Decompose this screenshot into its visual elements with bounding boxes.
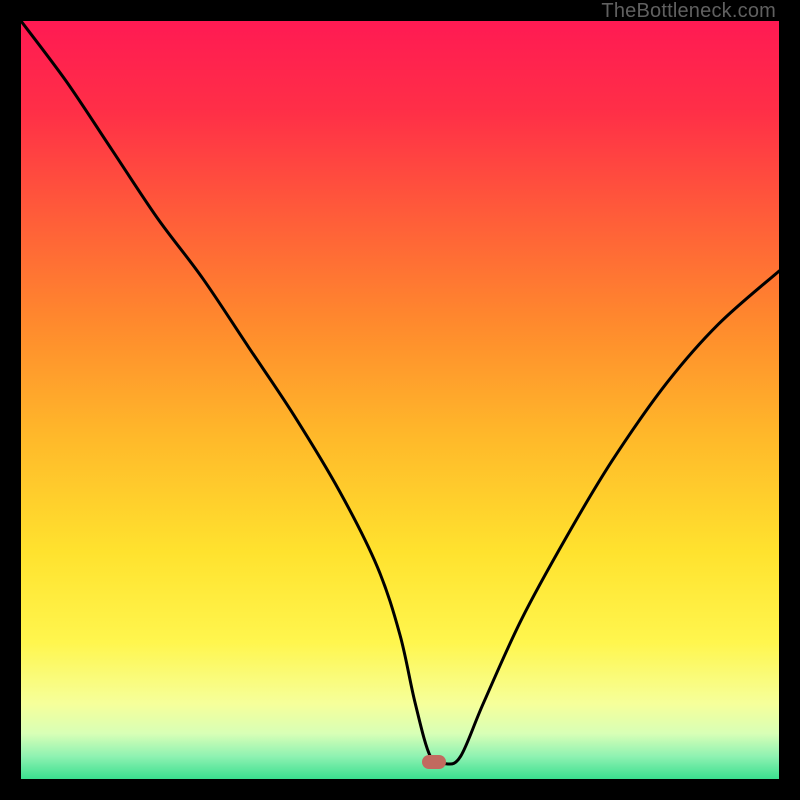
optimal-point-marker <box>422 755 446 769</box>
gradient-background <box>21 21 779 779</box>
watermark-text: TheBottleneck.com <box>601 0 776 23</box>
chart-frame <box>21 21 779 779</box>
